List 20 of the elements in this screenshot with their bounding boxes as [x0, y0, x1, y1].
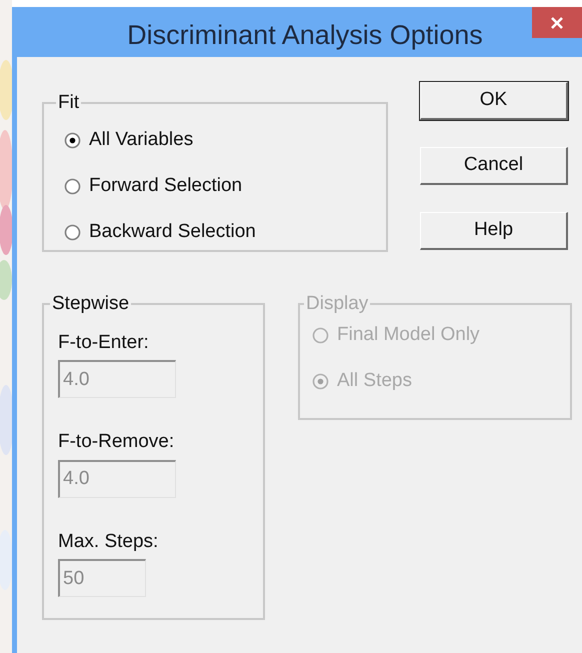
close-button[interactable]: [532, 7, 582, 38]
radio-label: All Steps: [337, 369, 412, 394]
group-label: Fit: [57, 91, 80, 115]
dialog-button[interactable]: OK: [420, 82, 568, 120]
dialog-button[interactable]: Help: [420, 212, 568, 250]
radio-label: Forward Selection: [89, 174, 242, 198]
radio-label: All Variables: [89, 128, 194, 152]
window-title: Discriminant Analysis Options: [127, 19, 483, 52]
dialog-button[interactable]: Cancel: [420, 147, 568, 185]
group-label: Stepwise: [51, 292, 130, 316]
radio-button[interactable]: [64, 178, 81, 195]
radio-label: Final Model Only: [337, 323, 480, 348]
field-label: F-to-Remove:: [58, 430, 176, 454]
field-label: Max. Steps:: [58, 530, 160, 554]
radio-label: Backward Selection: [89, 220, 256, 244]
radio-button[interactable]: [64, 132, 81, 149]
group-label: Display: [305, 292, 370, 316]
radio-button[interactable]: [64, 224, 81, 241]
close-icon: [550, 16, 564, 30]
field-label: F-to-Enter:: [58, 330, 150, 354]
